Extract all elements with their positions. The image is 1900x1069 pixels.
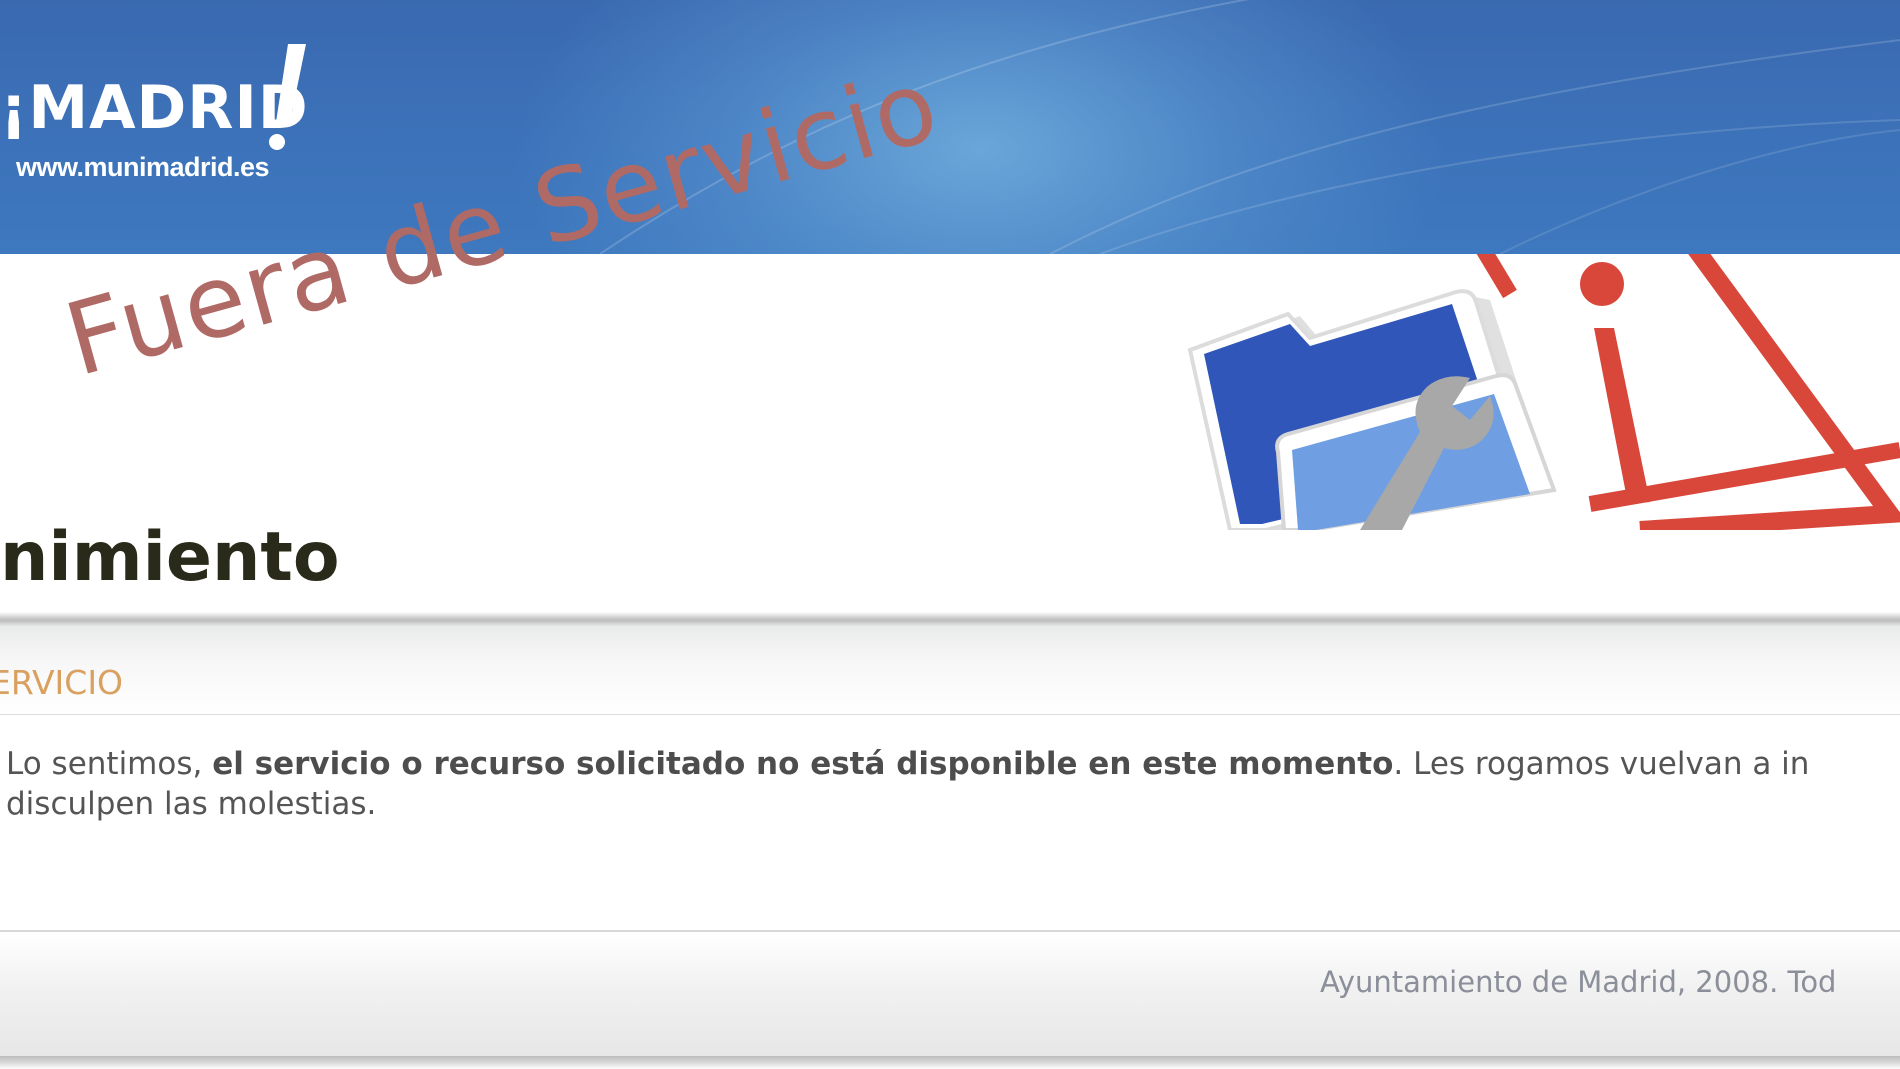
section-header-bar	[0, 626, 1900, 715]
content-top-separator	[0, 612, 1900, 626]
message-text-continued: . Les rogamos vuelvan a in	[1393, 746, 1810, 782]
section-title: ERVICIO	[0, 663, 124, 702]
message-text: Lo sentimos,	[6, 746, 213, 782]
logo-text: ¡MADRID	[0, 73, 309, 143]
page-title: nimiento	[0, 518, 340, 597]
error-message: Lo sentimos, el servicio o recurso solic…	[6, 744, 1900, 824]
error-message-line-2: disculpen las molestias.	[6, 786, 377, 822]
footer-copyright: Ayuntamiento de Madrid, 2008. Tod	[1320, 965, 1837, 999]
site-header: ¡MADRID www.munimadrid.es	[0, 0, 1900, 254]
error-message-line-1: Lo sentimos, el servicio o recurso solic…	[6, 744, 1900, 784]
folder-wrench-icon	[1187, 254, 1900, 530]
logo-url: www.munimadrid.es	[16, 152, 270, 182]
logo-exclamation-icon	[269, 44, 306, 150]
message-highlight: el servicio o recurso solicitado no está…	[212, 746, 1394, 782]
content-bottom-separator	[0, 1056, 1900, 1069]
